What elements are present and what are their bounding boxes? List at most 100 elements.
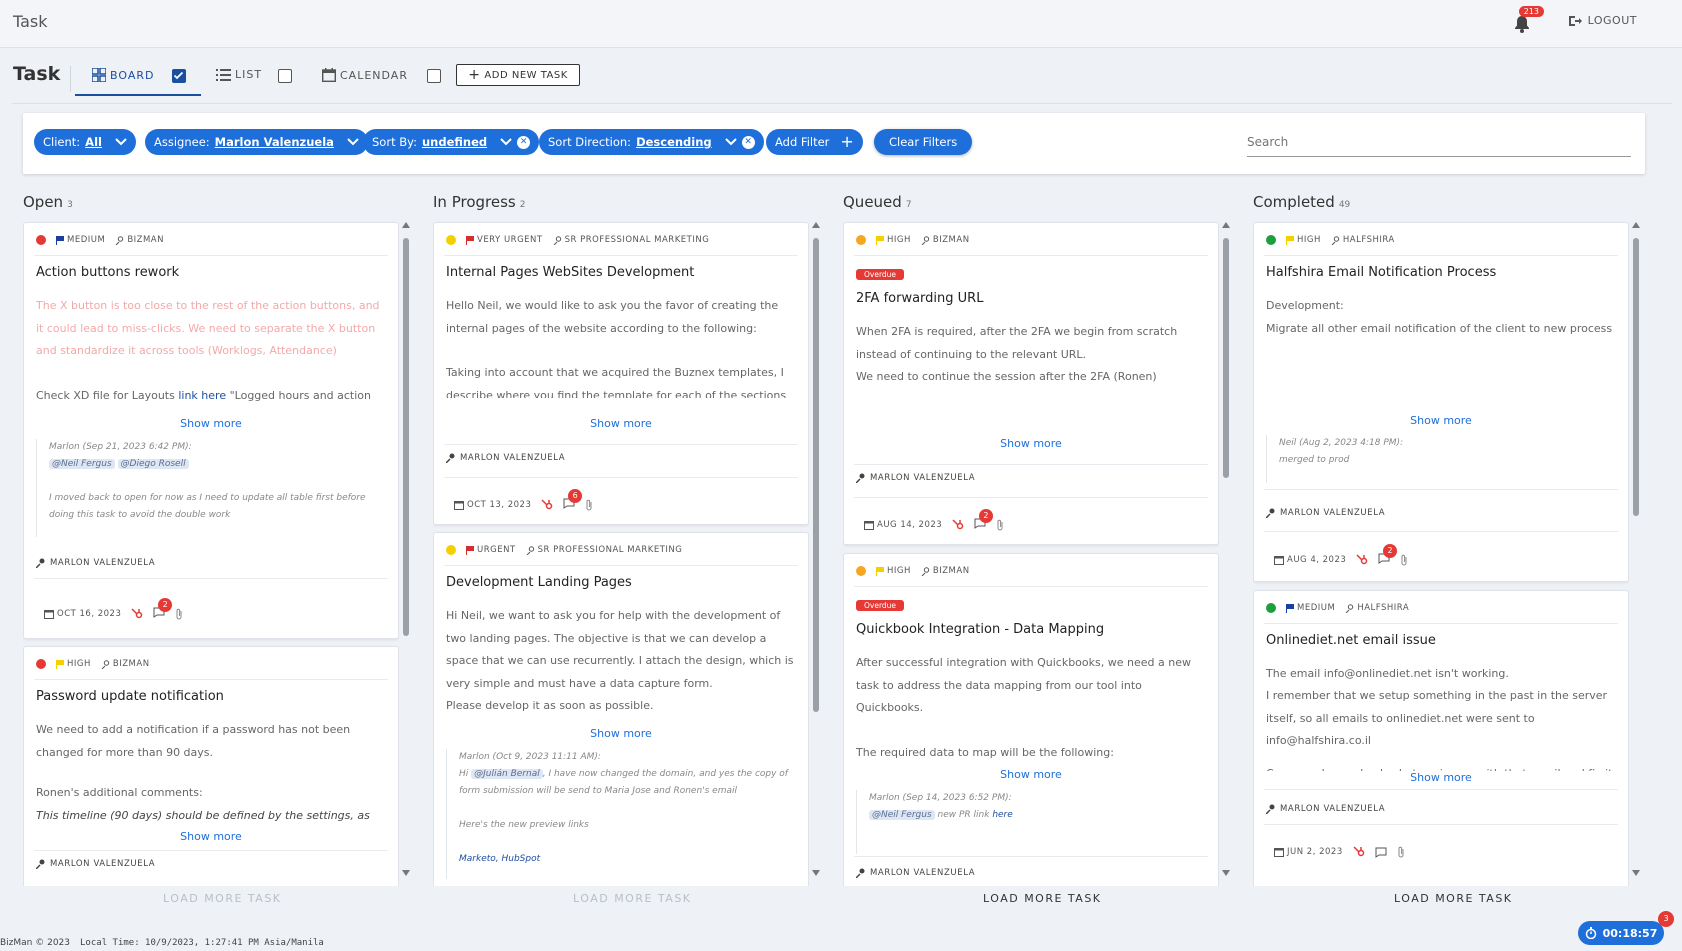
comment-links[interactable]: Marketo, HubSpot (459, 851, 796, 868)
card-title[interactable]: Quickbook Integration - Data Mapping (856, 622, 1104, 637)
load-more-button[interactable]: LOAD MORE TASK (573, 892, 692, 905)
show-more-link[interactable]: Show more (844, 437, 1218, 450)
card-title[interactable]: Password update notification (36, 689, 224, 704)
show-more-link[interactable]: Show more (844, 768, 1218, 781)
client-filter-chip[interactable]: Client: All (34, 129, 136, 155)
load-more-button[interactable]: LOAD MORE TASK (163, 892, 282, 905)
tab-list[interactable]: LIST (216, 68, 262, 81)
hubspot-icon[interactable] (131, 608, 143, 620)
comment-count[interactable]: 2 (974, 509, 994, 532)
mention-tag[interactable]: @Julián Bernal (471, 769, 543, 779)
scrollbar-thumb[interactable] (1223, 238, 1229, 478)
board-checkbox[interactable] (172, 69, 186, 83)
scrollbar-thumb[interactable] (403, 238, 409, 636)
priority-label: MEDIUM (67, 235, 106, 245)
comment-icon[interactable] (1375, 847, 1387, 858)
user-icon (36, 558, 45, 568)
card-title[interactable]: Internal Pages WebSites Development (446, 265, 694, 280)
due-date-label: AUG 14, 2023 (877, 520, 943, 530)
show-more-link[interactable]: Show more (434, 417, 808, 430)
task-card[interactable]: MEDIUM HALFSHIRA Onlinediet.net email is… (1253, 590, 1629, 886)
search-input[interactable] (1247, 127, 1631, 157)
show-more-link[interactable]: Show more (1254, 414, 1628, 427)
chevron-down-icon[interactable] (115, 138, 127, 146)
card-title[interactable]: 2FA forwarding URL (856, 291, 983, 306)
scrollbar-open[interactable] (402, 220, 410, 880)
add-filter-button[interactable]: Add Filter + (766, 129, 863, 155)
priority-tag: HIGH (1286, 235, 1321, 245)
task-card[interactable]: MEDIUM BIZMAN Action buttons rework The … (23, 222, 399, 639)
divider (34, 578, 388, 579)
task-card[interactable]: URGENT SR PROFESSIONAL MARKETING Develop… (433, 532, 809, 886)
hubspot-icon[interactable] (1356, 554, 1368, 566)
chevron-down-icon[interactable] (724, 138, 737, 146)
mention-tag[interactable]: @Neil Fergus (49, 459, 115, 469)
card-meta: MEDIUM HALFSHIRA (1266, 603, 1409, 613)
bell-icon[interactable] (1512, 14, 1532, 34)
show-more-link[interactable]: Show more (1254, 771, 1628, 784)
mention-tag[interactable]: @Diego Rosell (117, 459, 189, 469)
clear-sort-by-icon[interactable]: ✕ (517, 135, 531, 149)
load-more-button[interactable]: LOAD MORE TASK (1394, 892, 1513, 905)
sort-direction-chip[interactable]: Sort Direction: Descending ✕ (539, 129, 764, 155)
comment-count[interactable]: 2 (1378, 544, 1398, 567)
scroll-down-arrow[interactable] (402, 870, 410, 876)
comment-link[interactable]: here (992, 810, 1012, 820)
scrollbar-thumb[interactable] (813, 238, 819, 712)
timer-button[interactable]: 00:18:57 (1578, 921, 1664, 945)
task-card[interactable]: VERY URGENT SR PROFESSIONAL MARKETING In… (433, 222, 809, 525)
task-card[interactable]: HIGH BIZMAN Overdue Quickbook Integratio… (843, 553, 1219, 886)
scrollbar-in-progress[interactable] (812, 220, 820, 880)
paperclip-icon[interactable] (1400, 554, 1408, 566)
card-title[interactable]: Halfshira Email Notification Process (1266, 265, 1496, 280)
scroll-up-arrow[interactable] (1222, 222, 1230, 228)
paperclip-icon[interactable] (585, 499, 593, 511)
paperclip-icon[interactable] (996, 519, 1004, 531)
card-title[interactable]: Onlinediet.net email issue (1266, 633, 1436, 648)
task-card[interactable]: HIGH BIZMAN Overdue 2FA forwarding URL W… (843, 222, 1219, 545)
scroll-down-arrow[interactable] (1222, 870, 1230, 876)
card-title[interactable]: Development Landing Pages (446, 575, 632, 590)
chevron-down-icon[interactable] (500, 138, 512, 146)
scroll-down-arrow[interactable] (1632, 870, 1640, 876)
priority-tag: MEDIUM (56, 235, 105, 245)
comment-count[interactable]: 6 (563, 489, 583, 512)
chevron-down-icon[interactable] (347, 138, 359, 146)
scroll-up-arrow[interactable] (1632, 222, 1640, 228)
tab-calendar[interactable]: CALENDAR (322, 68, 408, 82)
load-more-button[interactable]: LOAD MORE TASK (983, 892, 1102, 905)
status-dot (1266, 603, 1276, 613)
hubspot-icon[interactable] (541, 499, 553, 511)
card-title[interactable]: Action buttons rework (36, 265, 179, 280)
mention-tag[interactable]: @Neil Fergus (869, 810, 935, 820)
show-more-link[interactable]: Show more (434, 727, 808, 740)
add-new-task-button[interactable]: + ADD NEW TASK (456, 64, 580, 86)
comment-count[interactable]: 2 (153, 598, 173, 621)
stopwatch-icon (1585, 927, 1596, 939)
show-more-link[interactable]: Show more (24, 830, 398, 843)
task-card[interactable]: HIGH BIZMAN Password update notification… (23, 646, 399, 886)
scrollbar-thumb[interactable] (1633, 238, 1639, 516)
scroll-up-arrow[interactable] (812, 222, 820, 228)
task-card[interactable]: HIGH HALFSHIRA Halfshira Email Notificat… (1253, 222, 1629, 582)
hubspot-icon[interactable] (1353, 846, 1365, 858)
scrollbar-queued[interactable] (1222, 220, 1230, 880)
scroll-down-arrow[interactable] (812, 870, 820, 876)
clear-sort-direction-icon[interactable]: ✕ (741, 135, 755, 149)
desc-link[interactable]: link here (178, 389, 226, 402)
paperclip-icon[interactable] (175, 608, 183, 620)
assignee: MARLON VALENZUELA (1266, 508, 1385, 518)
clear-filters-button[interactable]: Clear Filters (874, 129, 973, 155)
scrollbar-completed[interactable] (1632, 220, 1640, 880)
calendar-checkbox[interactable] (427, 69, 441, 83)
assignee-filter-chip[interactable]: Assignee: Marlon Valenzuela (145, 129, 368, 155)
paperclip-icon[interactable] (1397, 846, 1405, 858)
list-checkbox[interactable] (278, 69, 292, 83)
assignee: MARLON VALENZUELA (446, 453, 565, 463)
logout-button[interactable]: LOGOUT (1568, 14, 1637, 27)
hubspot-icon[interactable] (952, 519, 964, 531)
tab-board[interactable]: BOARD (92, 68, 154, 82)
scroll-up-arrow[interactable] (402, 222, 410, 228)
sort-by-chip[interactable]: Sort By: undefined ✕ (363, 129, 540, 155)
show-more-link[interactable]: Show more (24, 417, 398, 430)
